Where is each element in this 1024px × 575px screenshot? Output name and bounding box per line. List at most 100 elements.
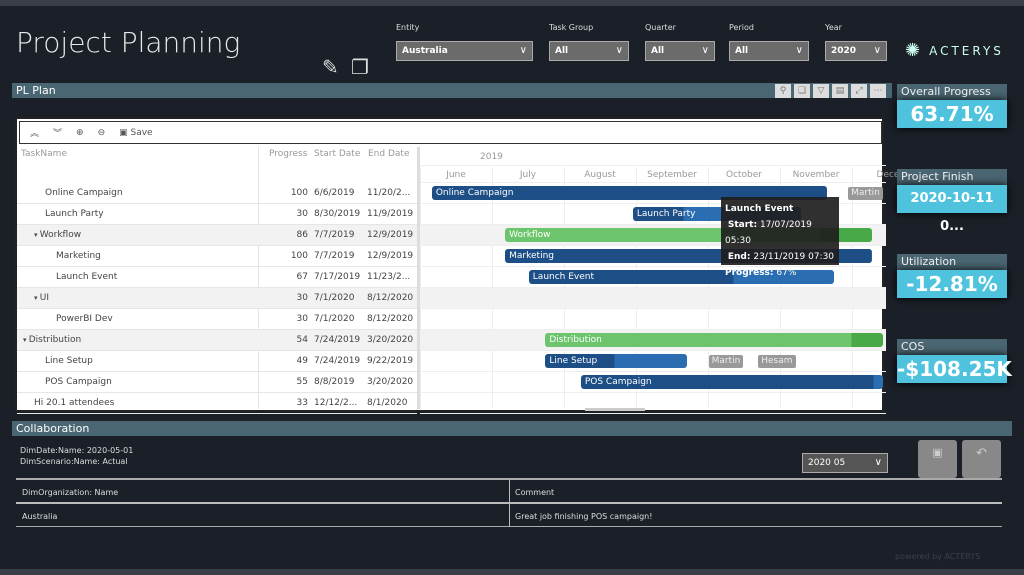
expand-all-icon[interactable]: ︾ [53, 126, 62, 139]
acterys-logo: ✺ ACTERYS [905, 40, 1004, 61]
chevron-down-icon: ∨ [795, 45, 803, 56]
undo-button[interactable]: ↶ [962, 440, 1001, 478]
month-label: September [647, 170, 697, 180]
table-row[interactable]: Online Campaign 100 6/6/2019 11/20/2... [17, 183, 417, 204]
end-date-cell: 8/12/2020 [367, 314, 414, 324]
progress-cell: 30 [296, 209, 308, 219]
table-row[interactable]: ▾ Distribution 54 7/24/2019 3/20/2020 [17, 330, 417, 351]
edit-icon[interactable]: ✎ [322, 55, 339, 79]
end-date-cell: 8/1/2020 [367, 398, 408, 408]
filter-select-0[interactable]: Australia ∨ [396, 41, 533, 61]
progress-cell: 49 [296, 356, 308, 366]
gantt-toolbar: ︽ ︾ ⊕ ⊖ ▣ Save [19, 121, 882, 144]
task-name: Marketing [56, 251, 101, 261]
pin-icon[interactable]: ⚲ [775, 84, 791, 98]
col-comment: Comment [515, 488, 555, 497]
table-row[interactable]: Line Setup 49 7/24/2019 9/22/2019 [17, 351, 417, 372]
filter-label: Task Group [549, 23, 594, 32]
progress-cell: 33 [296, 398, 308, 408]
task-name: POS Campaign [45, 377, 112, 387]
progress-cell: 100 [290, 251, 308, 261]
horizontal-scrollbar[interactable] [585, 408, 645, 411]
task-name: PowerBI Dev [56, 314, 113, 324]
resource-label: Martin [708, 355, 744, 368]
col-end-date[interactable]: End Date [368, 149, 409, 159]
col-taskname[interactable]: TaskName [21, 149, 67, 159]
year-label: 2019 [480, 152, 503, 162]
filter-label: Quarter [645, 23, 676, 32]
task-name: Launch Event [56, 272, 118, 282]
progress-cell: 30 [296, 293, 308, 303]
filter-select-4[interactable]: 2020 ∨ [825, 41, 887, 61]
focus-mode-icon[interactable]: ⤢ [851, 84, 867, 98]
save-comment-button[interactable]: ▣ [918, 440, 957, 478]
table-row[interactable]: Launch Event 67 7/17/2019 11/23/2... [17, 267, 417, 288]
task-bar[interactable]: Distribution [545, 333, 883, 347]
task-bar[interactable]: Line Setup [545, 354, 688, 368]
progress-cell: 30 [296, 314, 308, 324]
zoom-out-icon[interactable]: ⊖ [98, 128, 106, 138]
start-date-cell: 7/24/2019 [314, 356, 361, 366]
comment-cell[interactable]: Great job finishing POS campaign! [515, 512, 652, 521]
start-date-cell: 7/1/2020 [314, 293, 355, 303]
month-label: August [584, 170, 616, 180]
kpi-card: Project Finish 2020-10-11 0... [897, 169, 1007, 234]
end-date-cell: 8/12/2020 [367, 293, 414, 303]
copy-visual-icon[interactable]: ❏ [794, 84, 810, 98]
kpi-card: Utilization -12.81% [897, 254, 1007, 298]
chevron-down-icon: ∨ [615, 45, 623, 56]
table-row[interactable]: Hi 20.1 attendees 33 12/12/2... 8/1/2020 [17, 393, 417, 414]
page-title: Project Planning [16, 26, 241, 59]
pl-plan-header: PL Plan [12, 83, 892, 98]
month-label: July [519, 170, 537, 180]
end-date-cell: 12/9/2019 [367, 251, 414, 261]
progress-cell: 67 [296, 272, 308, 282]
table-row[interactable]: Marketing 100 7/7/2019 12/9/2019 [17, 246, 417, 267]
col-start-date[interactable]: Start Date [314, 149, 360, 159]
visual-toolbar: ⚲ ❏ ▽ ▤ ⤢ ⋯ [775, 84, 886, 98]
chevron-down-icon: ∨ [873, 45, 881, 56]
kpi-card: Overall Progress 63.71% [897, 84, 1007, 128]
filter-select-3[interactable]: All ∨ [729, 41, 809, 61]
task-bar[interactable]: POS Campaign [580, 375, 883, 389]
period-select[interactable]: 2020 05 ∨ [802, 453, 888, 473]
task-name: ▾ Workflow [34, 230, 82, 240]
org-cell[interactable]: Australia [22, 512, 57, 521]
progress-cell: 54 [296, 335, 308, 345]
collaboration-header: Collaboration [12, 421, 1012, 436]
filter-select-1[interactable]: All ∨ [549, 41, 629, 61]
task-name: ▾ Distribution [23, 335, 82, 345]
col-progress[interactable]: Progress [269, 149, 307, 159]
top-border [0, 0, 1024, 6]
start-date-cell: 7/7/2019 [314, 251, 355, 261]
resource-label: Hesam [758, 355, 796, 368]
task-name: Line Setup [45, 356, 93, 366]
progress-cell: 86 [296, 230, 308, 240]
table-row[interactable]: ▾ Workflow 86 7/7/2019 12/9/2019 [17, 225, 417, 246]
table-row[interactable]: PowerBI Dev 30 7/1/2020 8/12/2020 [17, 309, 417, 330]
collapse-all-icon[interactable]: ︽ [30, 126, 39, 139]
export-icon[interactable]: ▤ [832, 84, 848, 98]
chevron-down-icon: ∨ [701, 45, 709, 56]
start-date-cell: 8/8/2019 [314, 377, 355, 387]
filter-icon[interactable]: ▽ [813, 84, 829, 98]
comments-table: DimOrganization: Name Comment Australia … [16, 478, 1002, 527]
start-date-cell: 12/12/2... [314, 398, 358, 408]
end-date-cell: 11/23/2... [367, 272, 411, 282]
col-organization: DimOrganization: Name [22, 488, 119, 497]
task-name: Launch Party [45, 209, 104, 219]
filter-select-2[interactable]: All ∨ [645, 41, 715, 61]
task-name: Online Campaign [45, 188, 123, 198]
month-label: November [792, 170, 840, 180]
end-date-cell: 11/20/2... [367, 188, 411, 198]
end-date-cell: 3/20/2020 [367, 377, 414, 387]
copy-icon[interactable]: ❐ [351, 55, 369, 79]
table-row[interactable]: Launch Party 30 8/30/2019 11/9/2019 [17, 204, 417, 225]
table-row[interactable]: ▾ UI 30 7/1/2020 8/12/2020 [17, 288, 417, 309]
save-button[interactable]: ▣ Save [119, 128, 152, 138]
zoom-in-icon[interactable]: ⊕ [76, 128, 84, 138]
table-row[interactable]: POS Campaign 55 8/8/2019 3/20/2020 [17, 372, 417, 393]
more-options-icon[interactable]: ⋯ [870, 84, 886, 98]
end-date-cell: 9/22/2019 [367, 356, 414, 366]
end-date-cell: 11/9/2019 [367, 209, 414, 219]
